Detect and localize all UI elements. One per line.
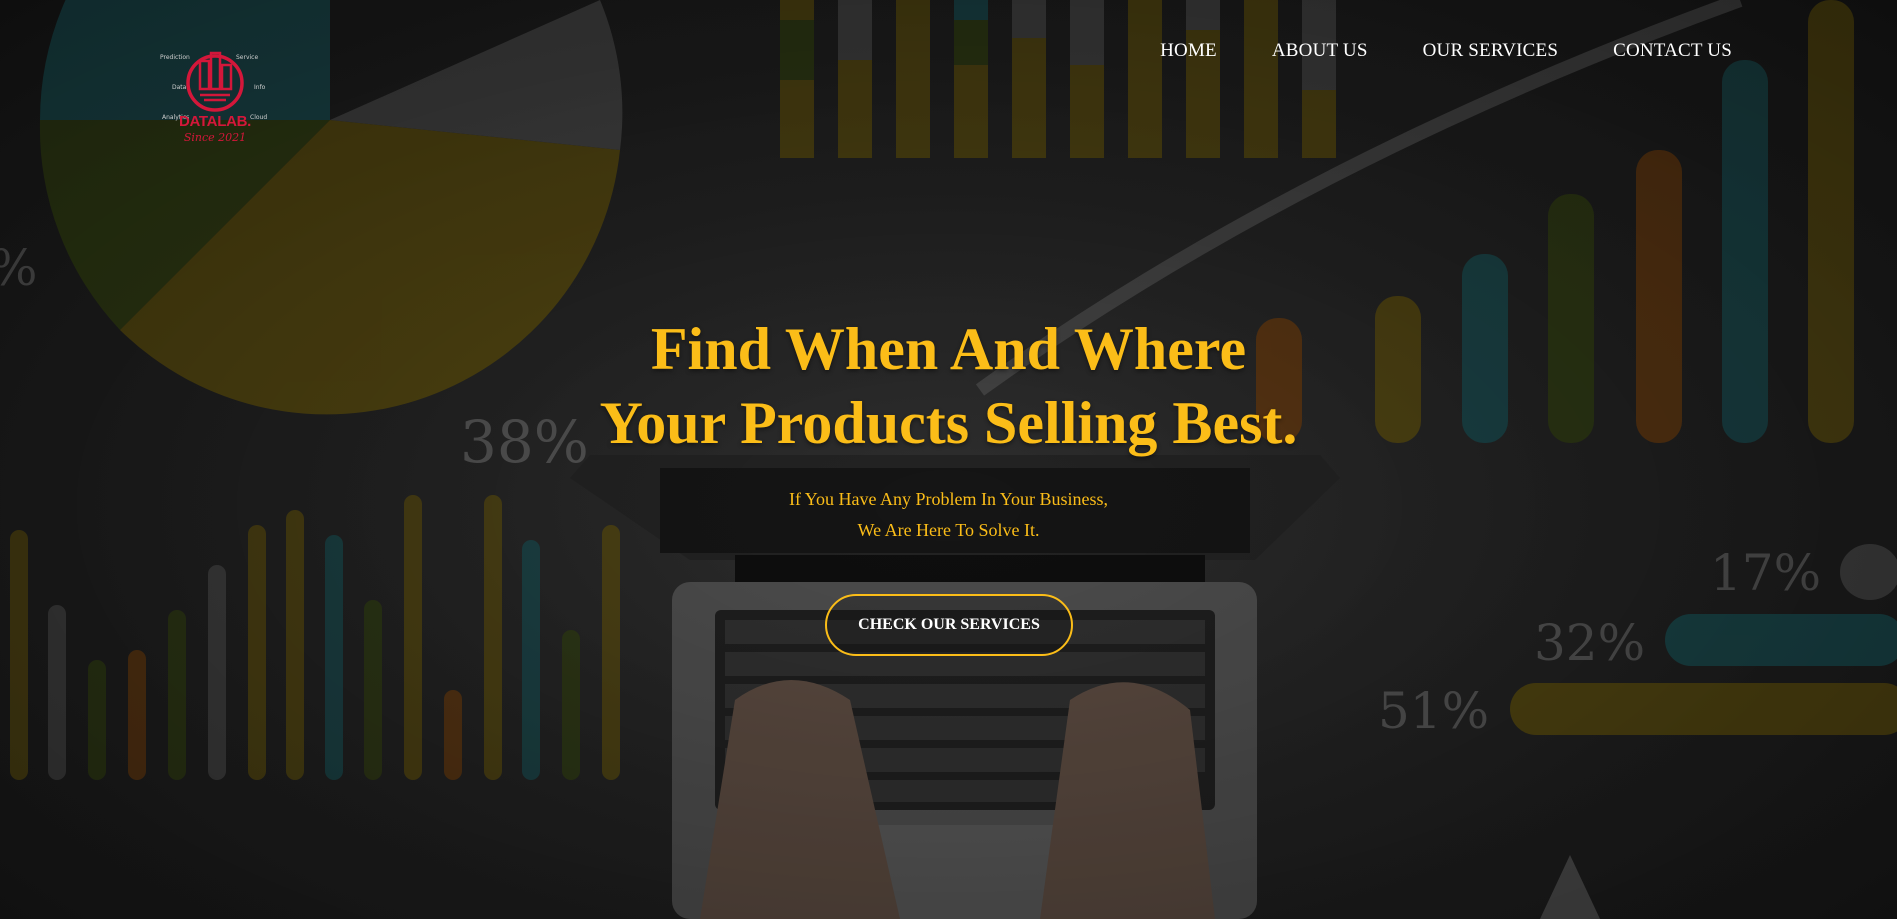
logo-tagline: Since 2021 (183, 131, 247, 144)
hero-headline-line2: Your Products Selling Best. (599, 390, 1298, 456)
brand-logo[interactable]: Prediction Service Data Info Analytics C… (150, 45, 280, 155)
hero-subtitle-line2: We Are Here To Solve It. (857, 520, 1040, 540)
check-our-services-button[interactable]: CHECK OUR SERVICES (825, 594, 1073, 656)
hero-section: 38% 17% 32% 51% % (0, 0, 1897, 919)
svg-text:Prediction: Prediction (160, 54, 190, 61)
nav-item-contact-us[interactable]: CONTACT US (1613, 40, 1732, 62)
svg-text:Data: Data (172, 84, 187, 91)
hero-subtitle-line1: If You Have Any Problem In Your Business… (788, 489, 1109, 509)
hero-headline-line1: Find When And Where (650, 316, 1247, 382)
hero-headline: Find When And Where Your Products Sellin… (0, 312, 1897, 460)
main-navigation: HOME ABOUT US OUR SERVICES CONTACT US (1105, 40, 1732, 62)
svg-text:Service: Service (236, 54, 258, 61)
hero-subtitle: If You Have Any Problem In Your Business… (0, 484, 1897, 546)
svg-text:Info: Info (254, 84, 266, 91)
logo-wordmark: DATALAB. (178, 113, 252, 130)
nav-item-home[interactable]: HOME (1160, 40, 1217, 62)
nav-item-about-us[interactable]: ABOUT US (1272, 40, 1368, 62)
nav-item-our-services[interactable]: OUR SERVICES (1423, 40, 1558, 62)
